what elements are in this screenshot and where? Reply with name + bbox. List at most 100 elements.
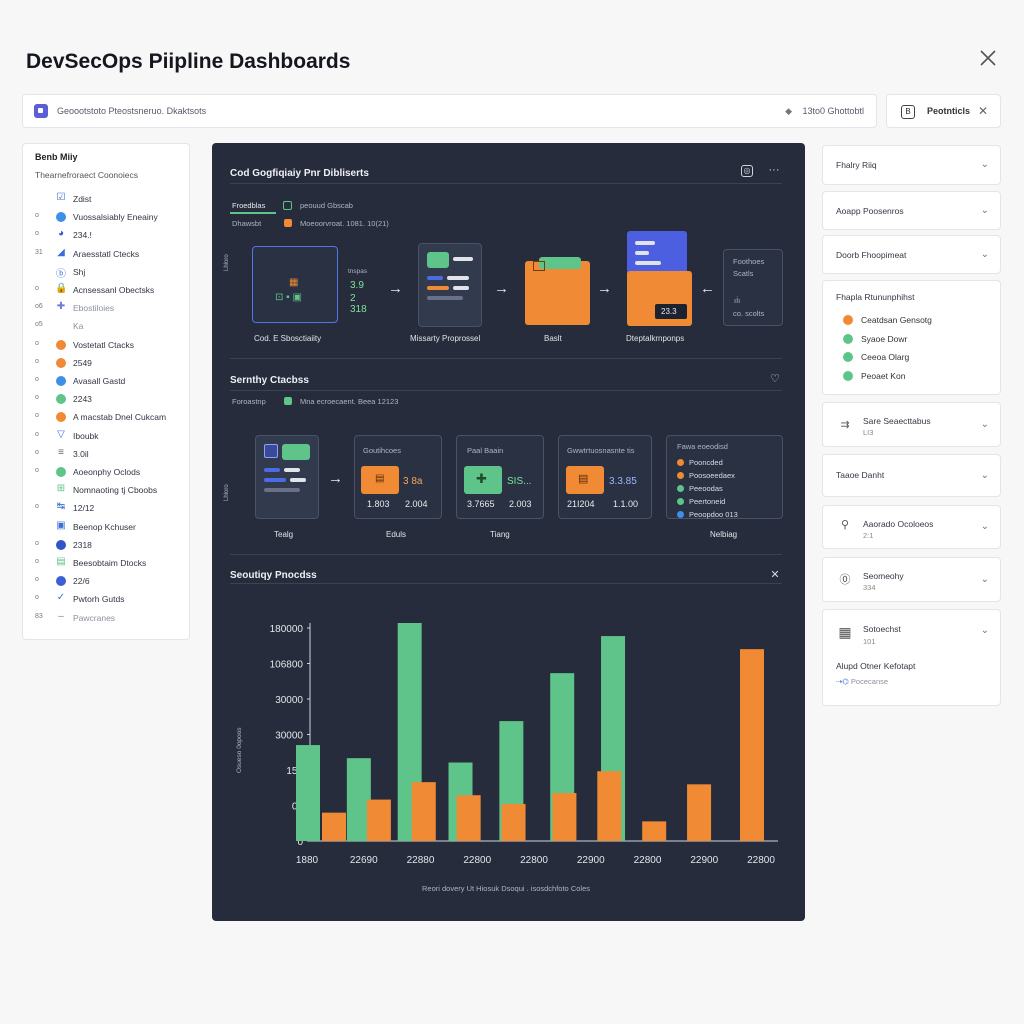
- sidebar-item-number: o6: [35, 303, 43, 311]
- sidebar-item-number: 31: [35, 248, 43, 256]
- sidebar-item-number: o: [35, 539, 39, 547]
- sidebar-item[interactable]: 83 – Pawcranes: [23, 610, 191, 626]
- filter-chip[interactable]: B Peotnticls ✕: [886, 94, 1001, 128]
- clock-icon: ⓪: [839, 574, 851, 586]
- sidebar-item[interactable]: o Vuossalsiably Eneainy: [23, 209, 191, 225]
- sidebar-item-icon: ☑: [56, 192, 66, 203]
- main-panel: Cod Gogfiqiaiy Pnr Dibliserts ◎ ··· Froe…: [212, 143, 805, 921]
- right-legend-card: Fhapla Rtununphihst Ceatdsan Gensotg Syao…: [822, 280, 1001, 395]
- sidebar-item-icon: ▣: [56, 519, 66, 531]
- search-right-text: 13to0 Ghottobtl: [802, 106, 864, 116]
- sidebar-item[interactable]: o ◕ 234.!: [23, 227, 191, 243]
- card-footnote: ⇢⌬ Pocecanse: [836, 677, 889, 686]
- sidebar-item-number: o: [35, 558, 39, 565]
- sidebar-item[interactable]: o Aoeonphy Oclods: [23, 464, 191, 480]
- sidebar-item-icon: ≡: [58, 446, 64, 458]
- legend-title: Fhapla Rtununphihst: [836, 292, 915, 302]
- status-dot-icon: [56, 412, 66, 423]
- x-tick-label: 22690: [350, 855, 378, 866]
- right-card[interactable]: ▦ Sotoechst 101 ⌄ Alupd Otner Kefotapt ⇢…: [822, 609, 1001, 706]
- sidebar-item-number: o: [35, 430, 39, 438]
- bar-orange: [642, 821, 667, 841]
- y-tick-label: 106800: [270, 660, 304, 671]
- sidebar-item-label: Pwtorh Gutds: [73, 594, 125, 605]
- sidebar-item[interactable]: o 🔒 Acnsessanl Obectsks: [23, 282, 191, 298]
- diamond-icon: ◆: [785, 106, 792, 116]
- sidebar-item[interactable]: ▣ Beenop Kchuser: [23, 519, 191, 535]
- sidebar-item-label: Avasall Gastd: [73, 376, 126, 386]
- sidebar-item[interactable]: ☑ Zdist: [23, 191, 191, 207]
- legend-dot-icon: [843, 315, 853, 325]
- sidebar-item[interactable]: o ▤ Beesobtaim Dtocks: [23, 555, 191, 571]
- sidebar-item-number: o: [35, 339, 39, 347]
- legend-label: Ceeoa Olarg: [861, 352, 910, 362]
- legend-dot-icon: [843, 352, 853, 362]
- sidebar-item[interactable]: o 2243: [23, 391, 191, 407]
- sidebar-item-label: Vuossalsiably Eneainy: [73, 212, 158, 223]
- sidebar-item[interactable]: o ▽ Iboubk: [23, 428, 191, 444]
- sidebar-item[interactable]: ⓑ Shj: [23, 264, 191, 280]
- sidebar: Benb Miiy Thearnefroraect Coonoiecs ☑ Zdi…: [22, 143, 190, 640]
- sidebar-item[interactable]: o ↹ 12/12: [23, 500, 191, 516]
- right-item[interactable]: Aoapp Poosenros ⌄: [822, 191, 1001, 230]
- right-card[interactable]: ⇉ Sare Seaecttabus LI3 ⌄: [822, 402, 1001, 447]
- sidebar-item-number: o: [35, 212, 39, 220]
- x-tick-label: 22880: [407, 855, 435, 866]
- right-card[interactable]: Taaoe Danht ⌄: [822, 454, 1001, 497]
- filter-label: Peotnticls: [927, 106, 971, 116]
- sidebar-item[interactable]: o Vostetatl Ctacks: [23, 337, 191, 353]
- chart-y-axis-label: Osueso 0opoos: [236, 727, 243, 773]
- y-tick-label: 30000: [275, 731, 303, 742]
- x-tick-label: 22900: [577, 855, 605, 866]
- sidebar-item-label: Vostetatl Ctacks: [73, 339, 134, 350]
- bar-orange: [597, 771, 622, 841]
- sidebar-item-icon: ✓: [56, 592, 66, 604]
- sidebar-item[interactable]: o 2549: [23, 355, 191, 371]
- sidebar-item[interactable]: o 2318: [23, 537, 191, 553]
- sidebar-item-icon: ▤: [56, 556, 66, 567]
- status-dot-icon: [56, 394, 66, 405]
- sidebar-item[interactable]: ⊞ Nomnaoting tj Cboobs: [23, 482, 191, 498]
- page-title: DevSecOps Piipline Dashboards: [26, 50, 351, 73]
- right-card[interactable]: ⓪ Seomeohy 334 ⌄: [822, 557, 1001, 602]
- list-icon: ⇉: [840, 419, 850, 431]
- x-tick-label: 22800: [463, 855, 491, 866]
- bar-green: [296, 745, 320, 841]
- sidebar-item-label: Acnsessanl Obectsks: [73, 285, 155, 295]
- right-card[interactable]: ⚲ Aaorado Ocoloeos 2:1 ⌄: [822, 505, 1001, 549]
- sidebar-item[interactable]: o Avasall Gastd: [23, 373, 191, 389]
- filter-icon: B: [901, 105, 915, 119]
- sidebar-item-label: 2318: [73, 539, 92, 550]
- chevron-down-icon: ⌄: [980, 521, 989, 532]
- sidebar-item[interactable]: o6 ✚ Ebostiloies: [23, 300, 191, 316]
- chevron-down-icon: ⌄: [980, 205, 989, 216]
- sidebar-item-icon: ▽: [57, 428, 65, 440]
- search-bar[interactable]: Geoootstoto Pteostsneruo. Dkaktsots ◆ 13…: [22, 94, 877, 128]
- bar-orange: [552, 793, 577, 841]
- sidebar-item-label: A macstab Dnel Cukcam: [73, 412, 167, 423]
- status-dot-icon: [56, 576, 66, 587]
- sidebar-item-label: Shj: [73, 266, 86, 277]
- chevron-down-icon: ⌄: [980, 470, 989, 481]
- sidebar-item-number: 83: [35, 612, 43, 620]
- sidebar-item[interactable]: o 22/6: [23, 573, 191, 589]
- sidebar-item-label: Iboubk: [73, 430, 99, 441]
- sidebar-item[interactable]: o A macstab Dnel Cukcam: [23, 409, 191, 425]
- x-tick-label: 22800: [747, 855, 775, 866]
- bar-orange: [366, 799, 391, 841]
- sidebar-item-number: o: [35, 503, 39, 511]
- sidebar-item[interactable]: o ≡ 3.0il: [23, 446, 191, 462]
- sidebar-item[interactable]: 31 ◢ Araesstatl Ctecks: [23, 246, 191, 262]
- sidebar-item[interactable]: o5 Ka: [23, 318, 191, 334]
- sidebar-item-label: Nomnaoting tj Cboobs: [73, 485, 158, 496]
- sidebar-item-number: o: [35, 394, 39, 402]
- sidebar-item-number: o: [35, 467, 39, 474]
- sidebar-item[interactable]: o ✓ Pwtorh Gutds: [23, 591, 191, 607]
- right-item[interactable]: Doorb Fhoopimeat ⌄: [822, 235, 1001, 274]
- status-dot-icon: [56, 339, 66, 350]
- app-icon: [34, 104, 48, 118]
- close-icon[interactable]: ✕: [978, 104, 988, 118]
- sidebar-item-number: o: [35, 230, 39, 238]
- right-item[interactable]: Fhalry Riiq ⌄: [822, 145, 1001, 185]
- close-icon[interactable]: [976, 46, 1000, 70]
